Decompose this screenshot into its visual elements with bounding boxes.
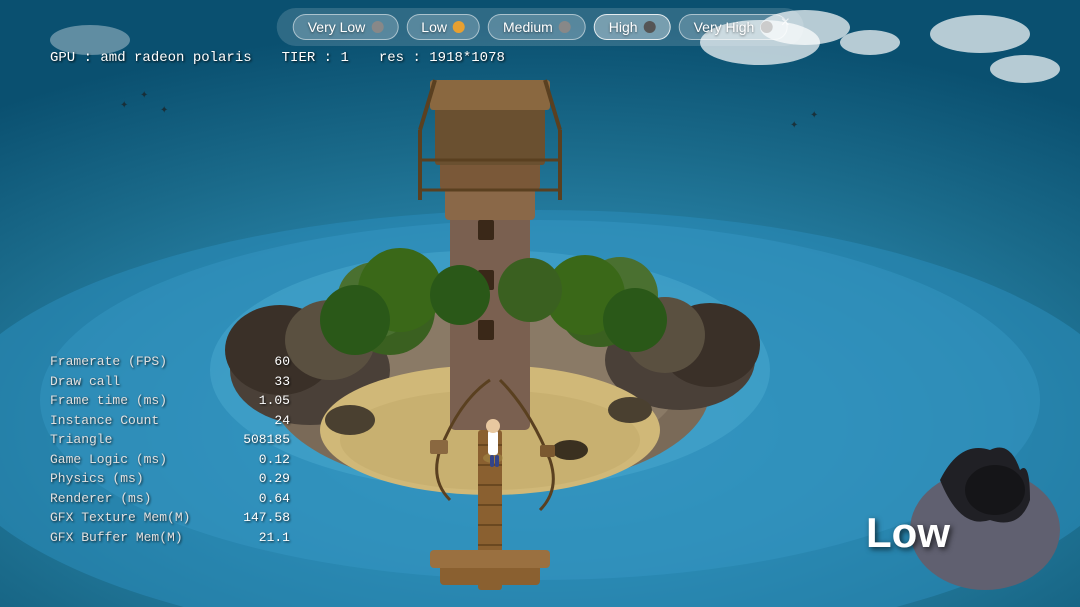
stat-value-4: 508185 <box>230 430 290 450</box>
medium-dot <box>559 21 571 33</box>
stat-label-4: Triangle <box>50 430 210 450</box>
stat-row-0: Framerate (FPS) 60 <box>50 352 290 372</box>
stat-label-1: Draw call <box>50 372 210 392</box>
very-high-label: Very High <box>694 19 755 35</box>
very-low-dot <box>371 21 383 33</box>
high-label: High <box>609 19 638 35</box>
stat-label-0: Framerate (FPS) <box>50 352 210 372</box>
quality-option-high[interactable]: High <box>594 14 671 40</box>
low-dot <box>453 21 465 33</box>
quality-option-very-low[interactable]: Very Low <box>293 14 399 40</box>
quality-option-very-high[interactable]: Very High <box>679 14 788 40</box>
low-label: Low <box>421 19 447 35</box>
medium-label: Medium <box>503 19 553 35</box>
very-low-label: Very Low <box>308 19 366 35</box>
stat-label-2: Frame time (ms) <box>50 391 210 411</box>
close-button[interactable]: × <box>775 13 795 33</box>
stat-value-3: 24 <box>230 411 290 431</box>
stat-label-5: Game Logic (ms) <box>50 450 210 470</box>
stat-value-1: 33 <box>230 372 290 392</box>
stat-label-7: Renderer (ms) <box>50 489 210 509</box>
quality-option-low[interactable]: Low <box>406 14 480 40</box>
stat-value-5: 0.12 <box>230 450 290 470</box>
stat-value-8: 147.58 <box>230 508 290 528</box>
stat-value-0: 60 <box>230 352 290 372</box>
stat-row-3: Instance Count 24 <box>50 411 290 431</box>
stat-label-3: Instance Count <box>50 411 210 431</box>
stats-overlay: Framerate (FPS) 60 Draw call 33 Frame ti… <box>50 352 290 547</box>
stat-value-2: 1.05 <box>230 391 290 411</box>
stat-row-1: Draw call 33 <box>50 372 290 392</box>
quality-option-medium[interactable]: Medium <box>488 14 586 40</box>
very-high-dot <box>760 21 772 33</box>
stat-row-2: Frame time (ms) 1.05 <box>50 391 290 411</box>
quality-selector-bar: Very Low Low Medium High Very High × <box>277 8 804 46</box>
stat-label-8: GFX Texture Mem(M) <box>50 508 210 528</box>
gpu-label: GPU : amd radeon polaris <box>50 50 252 66</box>
stat-row-4: Triangle 508185 <box>50 430 290 450</box>
stat-label-9: GFX Buffer Mem(M) <box>50 528 210 548</box>
res-label: res : 1918*1078 <box>379 50 505 66</box>
stat-row-7: Renderer (ms) 0.64 <box>50 489 290 509</box>
gpu-info-bar: GPU : amd radeon polaris TIER : 1 res : … <box>50 50 505 66</box>
quality-display-label: Low <box>866 509 950 557</box>
stat-row-5: Game Logic (ms) 0.12 <box>50 450 290 470</box>
stat-value-9: 21.1 <box>230 528 290 548</box>
stat-value-7: 0.64 <box>230 489 290 509</box>
stat-row-9: GFX Buffer Mem(M) 21.1 <box>50 528 290 548</box>
game-viewport: ✦ ✦ ✦ ✦ ✦ <box>0 0 1080 607</box>
stat-row-6: Physics (ms) 0.29 <box>50 469 290 489</box>
stat-row-8: GFX Texture Mem(M) 147.58 <box>50 508 290 528</box>
high-dot <box>644 21 656 33</box>
stat-value-6: 0.29 <box>230 469 290 489</box>
stat-label-6: Physics (ms) <box>50 469 210 489</box>
tier-label: TIER : 1 <box>282 50 349 66</box>
